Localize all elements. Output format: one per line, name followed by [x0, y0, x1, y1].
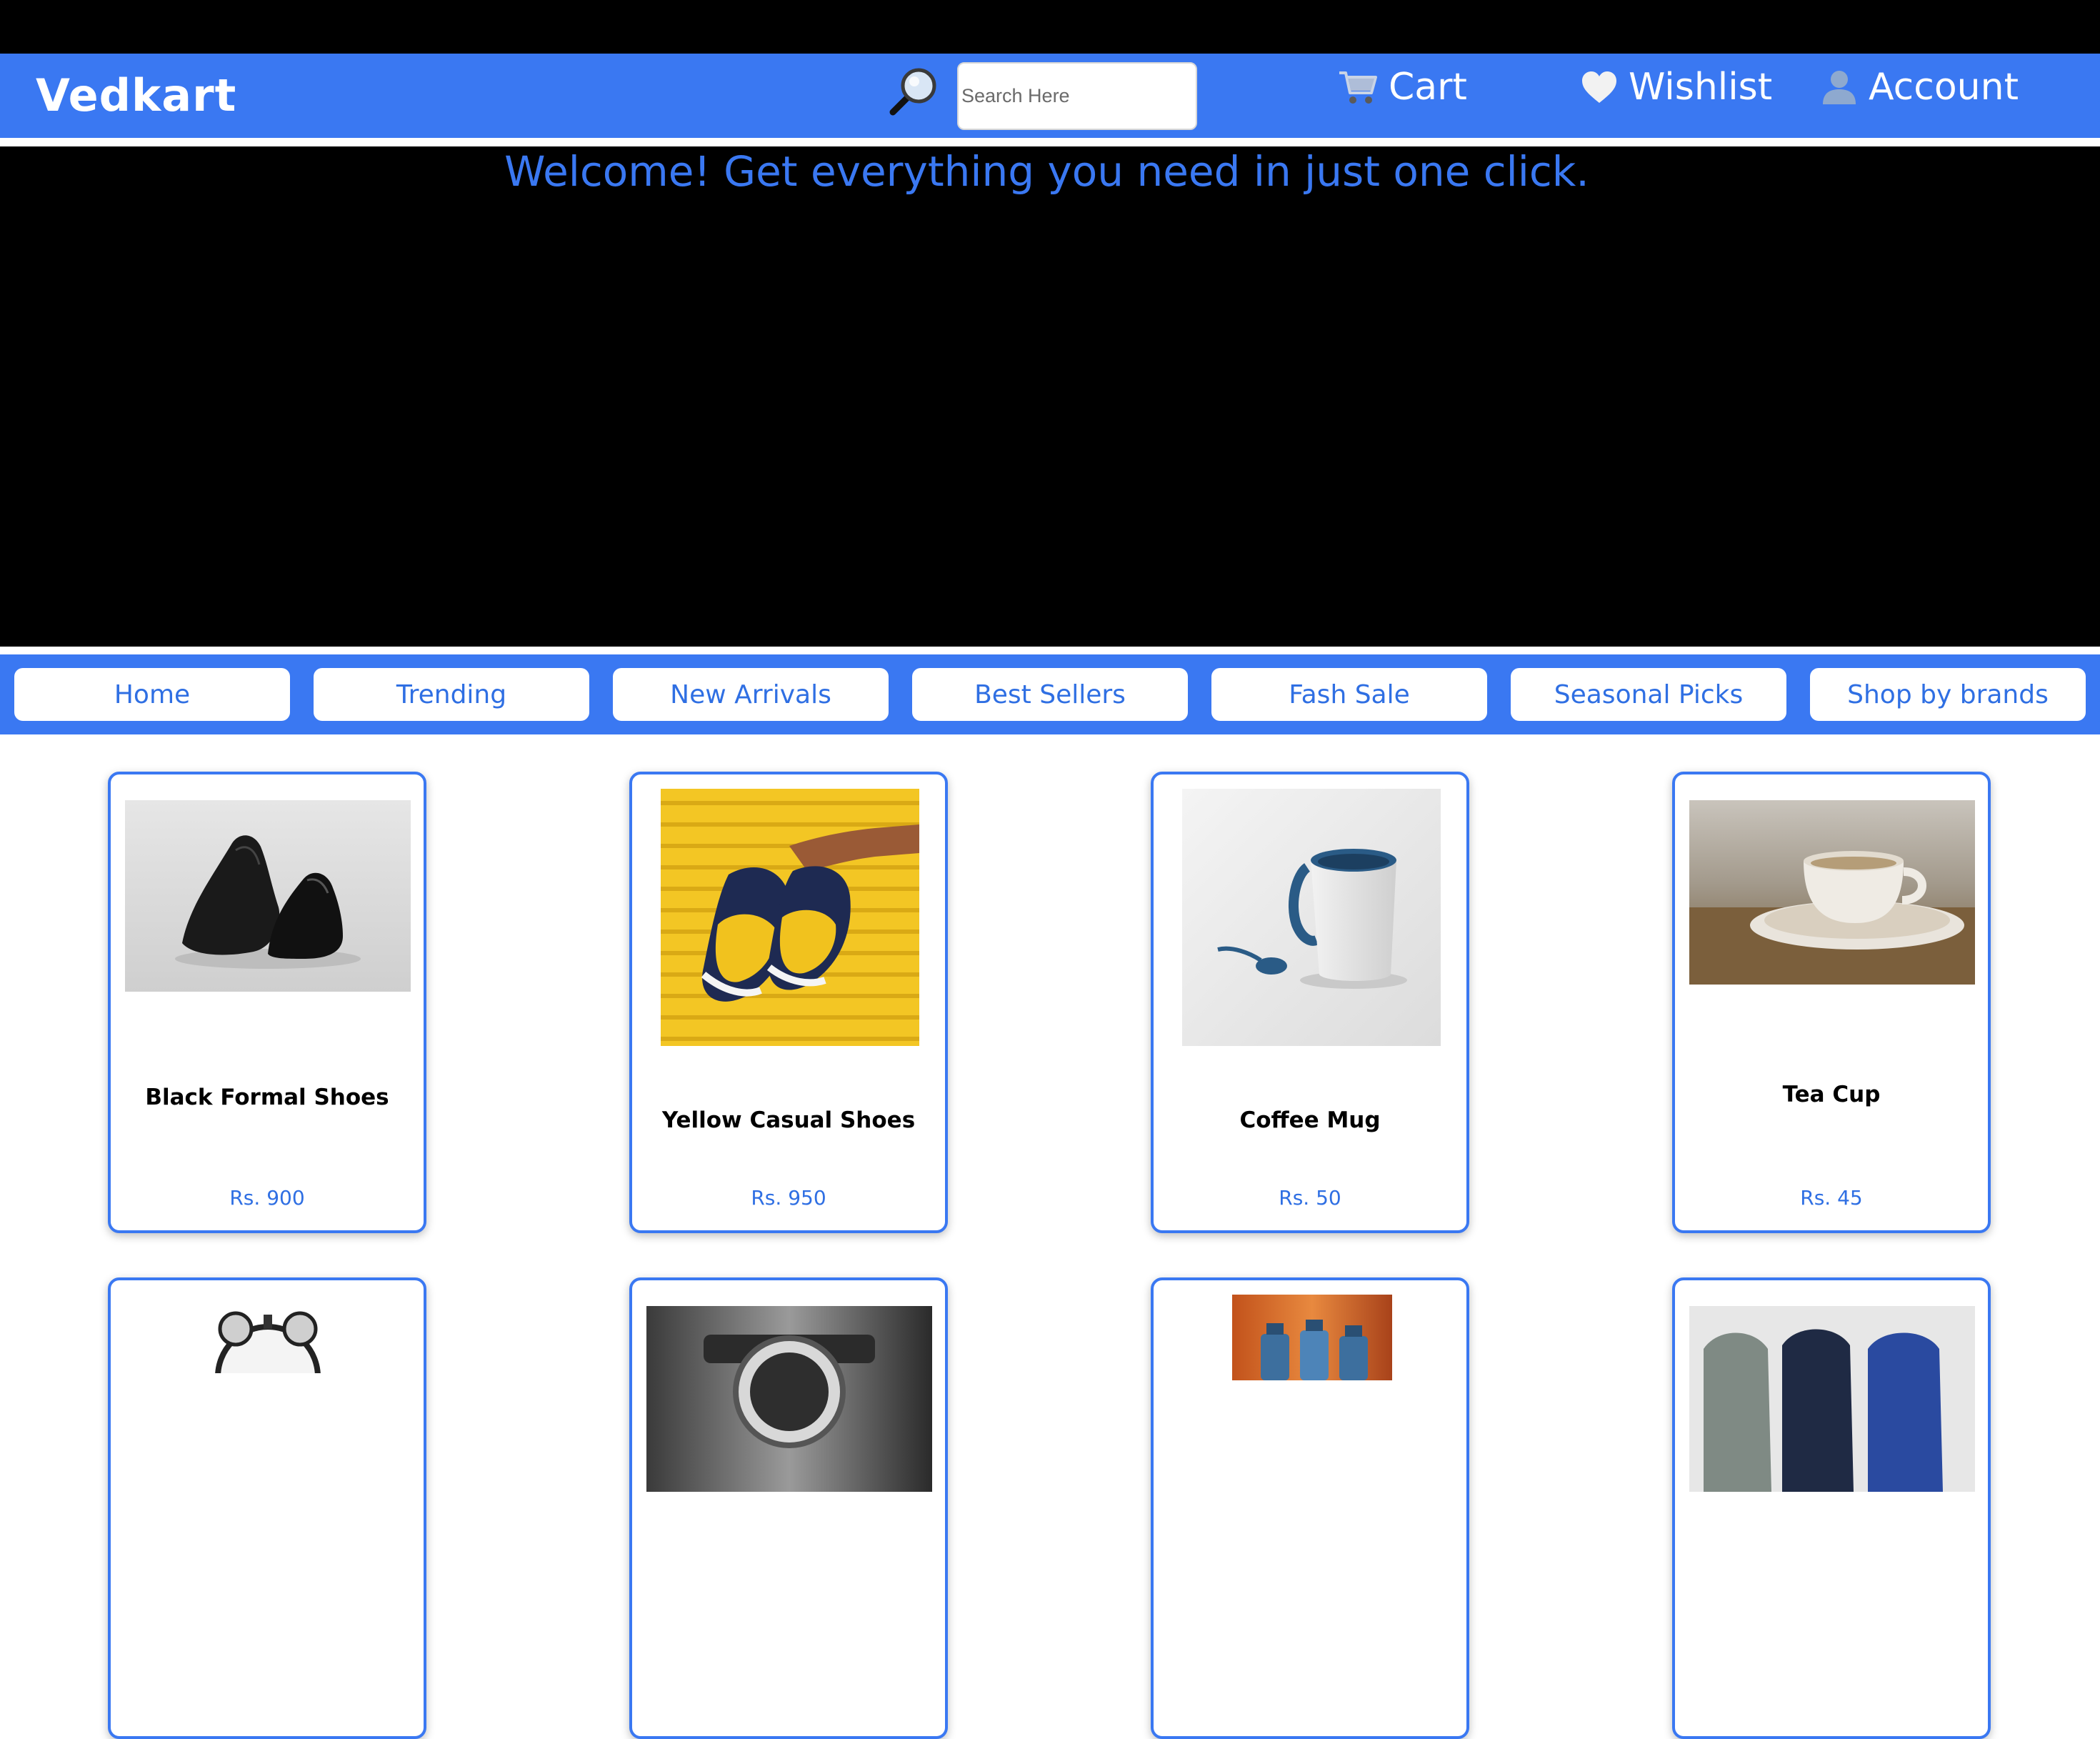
product-card[interactable]	[1151, 1277, 1469, 1739]
product-card[interactable]: Coffee Mug Rs. 50	[1151, 772, 1469, 1233]
search-icon[interactable]	[886, 64, 940, 119]
nav-shop-by-brands[interactable]: Shop by brands	[1810, 668, 2086, 721]
hero-divider	[0, 647, 2100, 654]
wrist-watch-image	[646, 1306, 932, 1492]
wishlist-label: Wishlist	[1629, 66, 1773, 109]
header-divider	[0, 138, 2100, 146]
brand-logo[interactable]: Vedkart	[36, 69, 236, 121]
socks-image	[1689, 1306, 1975, 1492]
product-card[interactable]	[1672, 1277, 1991, 1739]
nav-trending[interactable]: Trending	[314, 668, 589, 721]
product-price: Rs. 900	[229, 1186, 305, 1210]
product-grid: Black Formal Shoes Rs. 900 Yellow Casual…	[0, 734, 2100, 1739]
cart-icon	[1337, 69, 1379, 106]
nav-new-arrivals[interactable]: New Arrivals	[613, 668, 889, 721]
nav-flash-sale[interactable]: Fash Sale	[1211, 668, 1487, 721]
alarm-clock-image	[196, 1309, 339, 1373]
product-card[interactable]	[629, 1277, 948, 1739]
user-icon	[1820, 69, 1859, 106]
cart-link[interactable]: Cart	[1337, 62, 1467, 112]
water-bottles-image	[1232, 1295, 1392, 1380]
product-card[interactable]: Tea Cup Rs. 45	[1672, 772, 1991, 1233]
cart-label: Cart	[1389, 66, 1467, 109]
product-price: Rs. 950	[751, 1186, 826, 1210]
product-card[interactable]: Yellow Casual Shoes Rs. 950	[629, 772, 948, 1233]
wishlist-link[interactable]: Wishlist	[1580, 62, 1772, 112]
category-nav: Home Trending New Arrivals Best Sellers …	[0, 654, 2100, 734]
site-header: Vedkart Cart Wishlist	[0, 54, 2100, 138]
product-name: Yellow Casual Shoes	[661, 1107, 916, 1133]
nav-seasonal-picks[interactable]: Seasonal Picks	[1511, 668, 1786, 721]
product-card[interactable]: Black Formal Shoes Rs. 900	[108, 772, 426, 1233]
welcome-message: Welcome! Get everything you need in just…	[504, 147, 1589, 196]
tea-cup-image	[1689, 800, 1975, 985]
nav-best-sellers[interactable]: Best Sellers	[912, 668, 1188, 721]
black-formal-shoes-image	[125, 800, 411, 992]
product-name: Coffee Mug	[1239, 1107, 1381, 1133]
coffee-mug-image	[1182, 789, 1441, 1046]
heart-icon	[1580, 69, 1619, 105]
search-input[interactable]	[957, 62, 1197, 130]
account-link[interactable]: Account	[1820, 62, 2019, 112]
account-label: Account	[1869, 66, 2019, 109]
nav-home[interactable]: Home	[14, 668, 290, 721]
product-card[interactable]	[108, 1277, 426, 1739]
browser-top-strip	[0, 0, 2100, 54]
product-name: Tea Cup	[1782, 1082, 1881, 1107]
product-price: Rs. 50	[1279, 1186, 1341, 1210]
product-price: Rs. 45	[1800, 1186, 1863, 1210]
product-name: Black Formal Shoes	[145, 1085, 389, 1110]
yellow-casual-shoes-image	[661, 789, 919, 1046]
hero-banner: Welcome! Get everything you need in just…	[0, 146, 2100, 647]
